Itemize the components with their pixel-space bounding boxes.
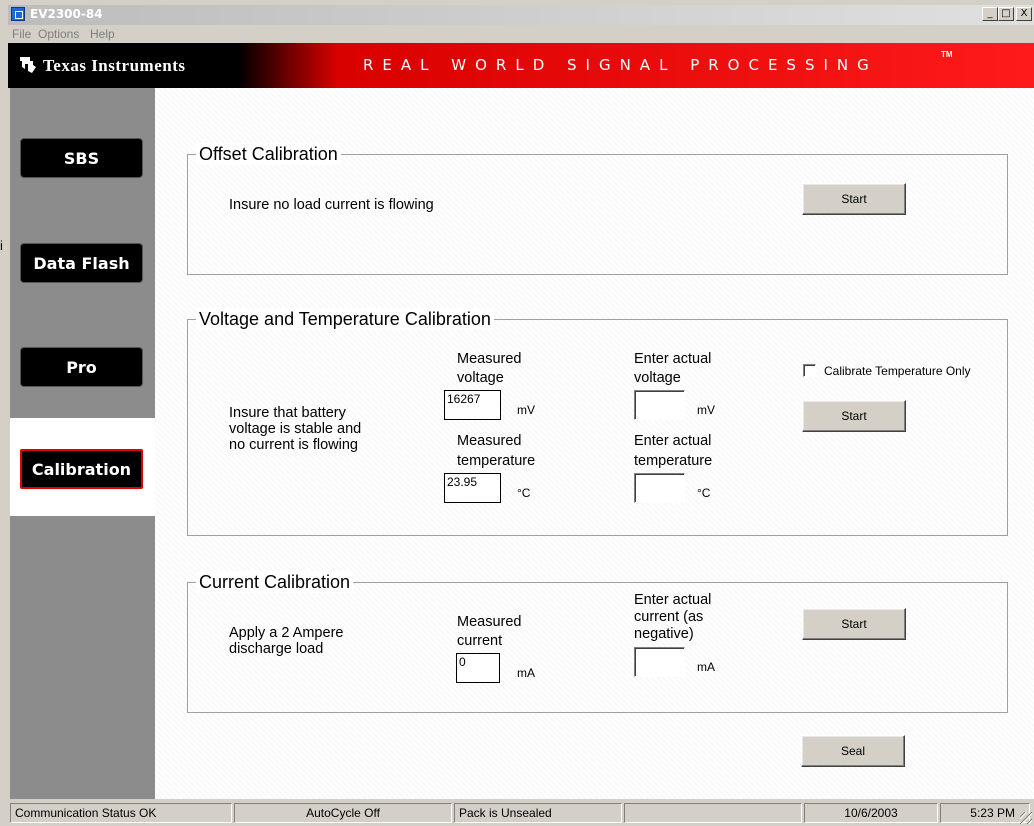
sidebar-item-calibration[interactable]: Calibration (20, 449, 143, 489)
status-empty (624, 803, 802, 823)
actual-temp-label-1: Enter actual (634, 433, 712, 449)
actual-current-label-3: negative) (634, 626, 694, 642)
status-communication: Communication Status OK (10, 803, 232, 823)
measured-current-label-1: Measured (457, 614, 522, 630)
sidebar-item-data-flash[interactable]: Data Flash (20, 243, 143, 283)
menu-bar: File Options Help (8, 25, 1034, 43)
app-icon (11, 7, 25, 21)
offset-calibration-title: Offset Calibration (196, 143, 341, 165)
status-autocycle: AutoCycle Off (234, 803, 452, 823)
actual-voltage-label-2: voltage (634, 370, 681, 386)
actual-temp-unit: °C (697, 486, 711, 500)
measured-temp-label-1: Measured (457, 433, 522, 449)
app-window: EV2300-84 _ □ X File Options Help Texas … (8, 5, 1034, 826)
trademark: TM (941, 50, 953, 59)
window-title: EV2300-84 (30, 7, 103, 21)
measured-current-unit: mA (517, 666, 535, 680)
actual-voltage-input[interactable] (634, 390, 685, 420)
actual-current-label-2: current (as (634, 609, 704, 625)
measured-temp-field[interactable]: 23.95 (444, 473, 501, 503)
status-bar: Communication Status OK AutoCycle Off Pa… (8, 800, 1034, 826)
measured-current-field[interactable]: 0 (456, 653, 500, 683)
current-instruction-line-1: Apply a 2 Ampere (229, 625, 344, 641)
actual-current-input[interactable] (634, 647, 685, 677)
measured-voltage-label-1: Measured (457, 351, 522, 367)
edge-mark: i (0, 238, 3, 253)
calibrate-temp-only-label[interactable]: Calibrate Temperature Only (824, 363, 971, 379)
calibration-panel: Offset Calibration Insure no load curren… (155, 88, 1034, 799)
offset-calibration-group: Offset Calibration Insure no load curren… (187, 143, 1008, 275)
current-instruction-line-2: discharge load (229, 641, 324, 657)
close-button[interactable]: X (1016, 7, 1032, 21)
title-bar[interactable]: EV2300-84 _ □ X (8, 5, 1034, 25)
sidebar: SBS Data Flash Pro Calibration (10, 88, 155, 799)
vt-instruction-line-3: no current is flowing (229, 437, 358, 453)
status-date: 10/6/2003 (804, 803, 938, 823)
actual-voltage-label-1: Enter actual (634, 351, 712, 367)
actual-current-label-1: Enter actual (634, 592, 712, 608)
ti-banner: Texas Instruments REAL WORLD SIGNAL PROC… (8, 43, 1034, 88)
actual-voltage-unit: mV (697, 403, 715, 417)
vt-start-button[interactable]: Start (802, 400, 906, 432)
measured-voltage-label-2: voltage (457, 370, 504, 386)
company-name: Texas Instruments (43, 56, 186, 75)
current-start-button[interactable]: Start (802, 608, 906, 640)
vt-instruction-line-1: Insure that battery (229, 405, 346, 421)
status-pack: Pack is Unsealed (454, 803, 622, 823)
measured-voltage-field[interactable]: 16267 (444, 390, 501, 420)
seal-button[interactable]: Seal (801, 735, 905, 767)
calibrate-temp-only-checkbox[interactable] (803, 364, 816, 377)
measured-temp-unit: °C (517, 486, 531, 500)
actual-temp-input[interactable] (634, 473, 685, 503)
menu-file[interactable]: File (12, 27, 31, 41)
tagline: REAL WORLD SIGNAL PROCESSING (363, 56, 878, 74)
current-calibration-title: Current Calibration (196, 571, 354, 593)
menu-help[interactable]: Help (90, 27, 115, 41)
resize-grip-icon[interactable] (1020, 812, 1032, 824)
vt-instruction-line-2: voltage is stable and (229, 421, 362, 437)
actual-temp-label-2: temperature (634, 453, 713, 469)
measured-current-label-2: current (457, 633, 503, 649)
offset-start-button[interactable]: Start (802, 183, 906, 215)
measured-voltage-unit: mV (517, 403, 535, 417)
status-time: 5:23 PM (940, 803, 1030, 823)
window-controls: _ □ X (982, 7, 1032, 21)
voltage-temp-calibration-group: Voltage and Temperature Calibration Insu… (187, 308, 1008, 536)
voltage-temp-calibration-title: Voltage and Temperature Calibration (196, 308, 494, 330)
actual-current-unit: mA (697, 660, 715, 674)
current-calibration-group: Current Calibration Apply a 2 Ampere dis… (187, 571, 1008, 713)
menu-options[interactable]: Options (38, 27, 79, 41)
measured-temp-label-2: temperature (457, 453, 536, 469)
ti-logo-icon (20, 57, 36, 73)
maximize-button[interactable]: □ (998, 7, 1014, 21)
sidebar-item-sbs[interactable]: SBS (20, 138, 143, 178)
sidebar-item-pro[interactable]: Pro (20, 347, 143, 387)
offset-instruction: Insure no load current is flowing (229, 197, 434, 213)
minimize-button[interactable]: _ (982, 7, 998, 21)
